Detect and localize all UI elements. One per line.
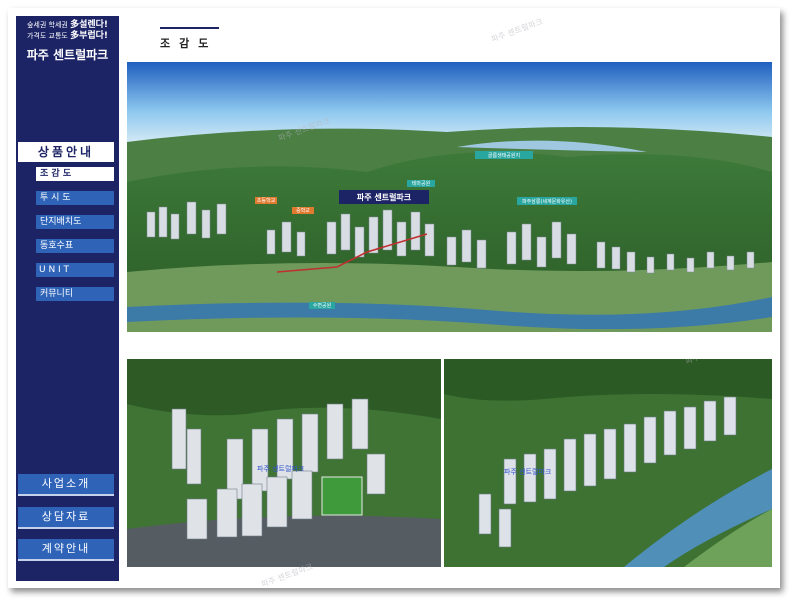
svg-text:파주 센트럴파크: 파주 센트럴파크 — [504, 467, 552, 476]
svg-text:파주삼릉(세계문화유산): 파주삼릉(세계문화유산) — [522, 198, 572, 205]
slogan: 숲세권 학세권 多설렌다! 가격도 교통도 多부럽다! — [16, 20, 119, 42]
slogan-line1-big: 多설렌다! — [70, 20, 109, 30]
page-title: 조감도 — [160, 37, 218, 50]
business-intro-button[interactable]: 사업소개 — [18, 474, 114, 496]
title-underline — [160, 27, 219, 29]
consult-materials-button[interactable]: 상담자료 — [18, 507, 114, 529]
brand-logo-text[interactable]: 파주 센트럴파크 — [16, 46, 119, 63]
menu-item-unit[interactable]: U N I T — [36, 263, 114, 277]
slogan-line1-small: 숲세권 학세권 — [26, 21, 68, 29]
menu-item-perspective[interactable]: 투 시 도 — [36, 191, 114, 205]
svg-text:수변공원: 수변공원 — [313, 302, 332, 309]
svg-text:중학교: 중학교 — [296, 207, 310, 214]
menu-item-site-plan[interactable]: 단지배치도 — [36, 215, 114, 229]
aerial-view-left-image: 파주 센트럴파크 — [127, 359, 441, 567]
slogan-line2-big: 多부럽다! — [70, 31, 109, 41]
section-header-product[interactable]: 상품안내 — [18, 142, 114, 162]
svg-text:파주 센트럴파크: 파주 센트럴파크 — [257, 464, 305, 473]
slogan-line2-small: 가격도 교통도 — [26, 32, 68, 40]
aerial-view-right-image: 파주 센트럴파크 파주 센트럴파크 — [444, 359, 772, 567]
menu-item-aerial-view[interactable]: 조 감 도 — [36, 167, 114, 181]
contract-guide-button[interactable]: 계약안내 — [18, 539, 114, 561]
svg-text:초등학교: 초등학교 — [257, 197, 276, 204]
svg-text:테마공원: 테마공원 — [412, 180, 431, 187]
aerial-view-main-image: 파주 센트럴파크 골름생태공원지 테마공원 파주삼릉(세계문화유산) 수변공원 … — [127, 62, 772, 332]
menu-item-unit-table[interactable]: 동호수표 — [36, 239, 114, 253]
aerial-brand-label: 파주 센트럴파크 — [357, 192, 412, 202]
menu-item-community[interactable]: 커뮤니티 — [36, 287, 114, 301]
svg-text:골름생태공원지: 골름생태공원지 — [488, 152, 520, 159]
